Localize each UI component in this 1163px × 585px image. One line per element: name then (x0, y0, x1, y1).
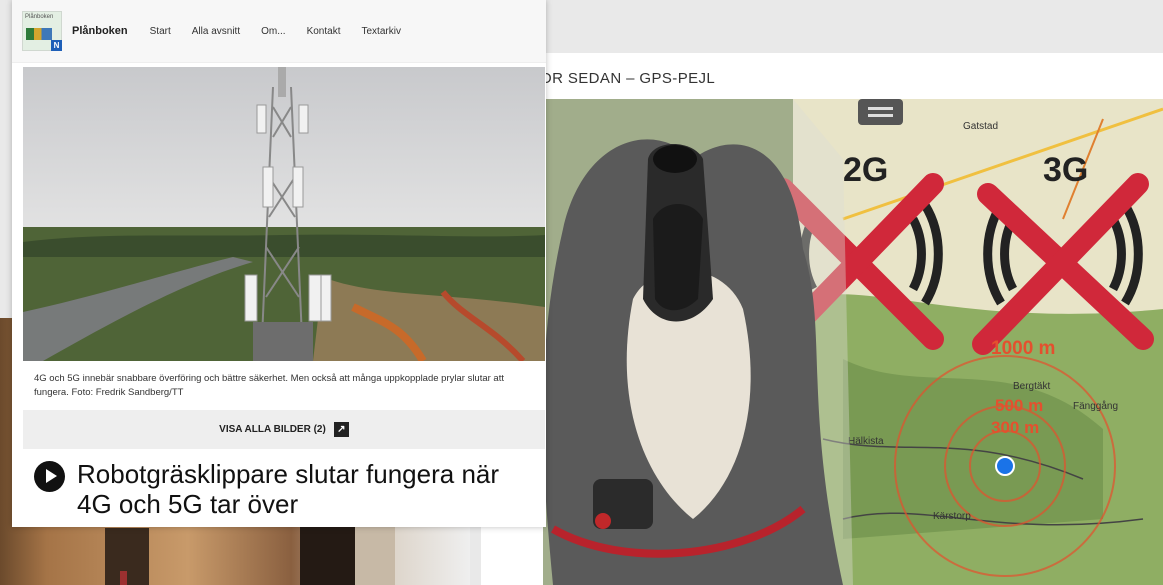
map-place: Kärstorp (933, 511, 971, 522)
doorway (300, 518, 355, 585)
view-all-label: VISA ALLA BILDER (2) (219, 424, 326, 435)
label-500m: 500 m (995, 396, 1043, 415)
gps-dot-icon (995, 456, 1015, 476)
logo-graphic (26, 28, 52, 40)
nav-item-kontakt[interactable]: Kontakt (307, 26, 341, 37)
tower-base (253, 322, 313, 361)
headline-text: Robotgräsklippare slutar fungera när 4G … (77, 459, 500, 519)
cell-tower-illustration (23, 67, 545, 361)
treeline (23, 234, 545, 257)
nav-item-textarkiv[interactable]: Textarkiv (361, 26, 400, 37)
article-kicker: OR SEDAN – GPS-PEJL (540, 70, 716, 87)
fire-alarm (120, 571, 127, 585)
map-place: Gatstad (963, 121, 998, 132)
site-logo[interactable]: Plånboken N (22, 11, 62, 51)
logo-text: Plånboken (25, 14, 54, 20)
article-window: Plånboken N Plånboken Start Alla avsnitt… (12, 0, 546, 527)
gps-article-hero-image[interactable]: 2G 3G 1000 m 500 m 300 m Gatstad Bergtäk… (543, 99, 1163, 585)
photo-caption: 4G och 5G innebär snabbare överföring oc… (34, 373, 504, 398)
article-photo[interactable] (23, 67, 545, 361)
tower-top (278, 67, 286, 97)
map-place: Fänggång (1073, 400, 1118, 412)
label-3g: 3G (1043, 151, 1088, 189)
view-all-images-button[interactable]: VISA ALLA BILDER (2) ↗ (23, 410, 545, 449)
dog-mouth (653, 204, 703, 311)
collar-button (595, 513, 611, 529)
label-2g: 2G (843, 151, 888, 189)
nav-item-alla-avsnitt[interactable]: Alla avsnitt (192, 26, 240, 37)
map-menu-bar (868, 114, 893, 117)
map-place: Bergtäkt (1013, 381, 1050, 392)
label-300m: 300 m (991, 418, 1039, 437)
door (105, 528, 149, 585)
dog-nose (653, 145, 697, 173)
logo-badge: N (51, 40, 62, 51)
nav-item-om[interactable]: Om... (261, 26, 285, 37)
hero-illustration: 2G 3G 1000 m 500 m 300 m Gatstad Bergtäk… (543, 99, 1163, 585)
map-menu-bar (868, 107, 893, 110)
play-icon[interactable] (34, 461, 65, 492)
nav-item-start[interactable]: Start (150, 26, 171, 37)
site-header: Plånboken N Plånboken Start Alla avsnitt… (12, 0, 546, 63)
main-nav: Start Alla avsnitt Om... Kontakt Textark… (150, 26, 401, 37)
article-headline[interactable]: Robotgräsklippare slutar fungera när 4G … (34, 459, 507, 519)
label-1000m: 1000 m (991, 338, 1055, 359)
map-menu-icon (858, 99, 903, 125)
expand-icon: ↗ (333, 422, 349, 437)
map-place: Hälkista (848, 436, 884, 447)
site-brand[interactable]: Plånboken (72, 25, 128, 37)
